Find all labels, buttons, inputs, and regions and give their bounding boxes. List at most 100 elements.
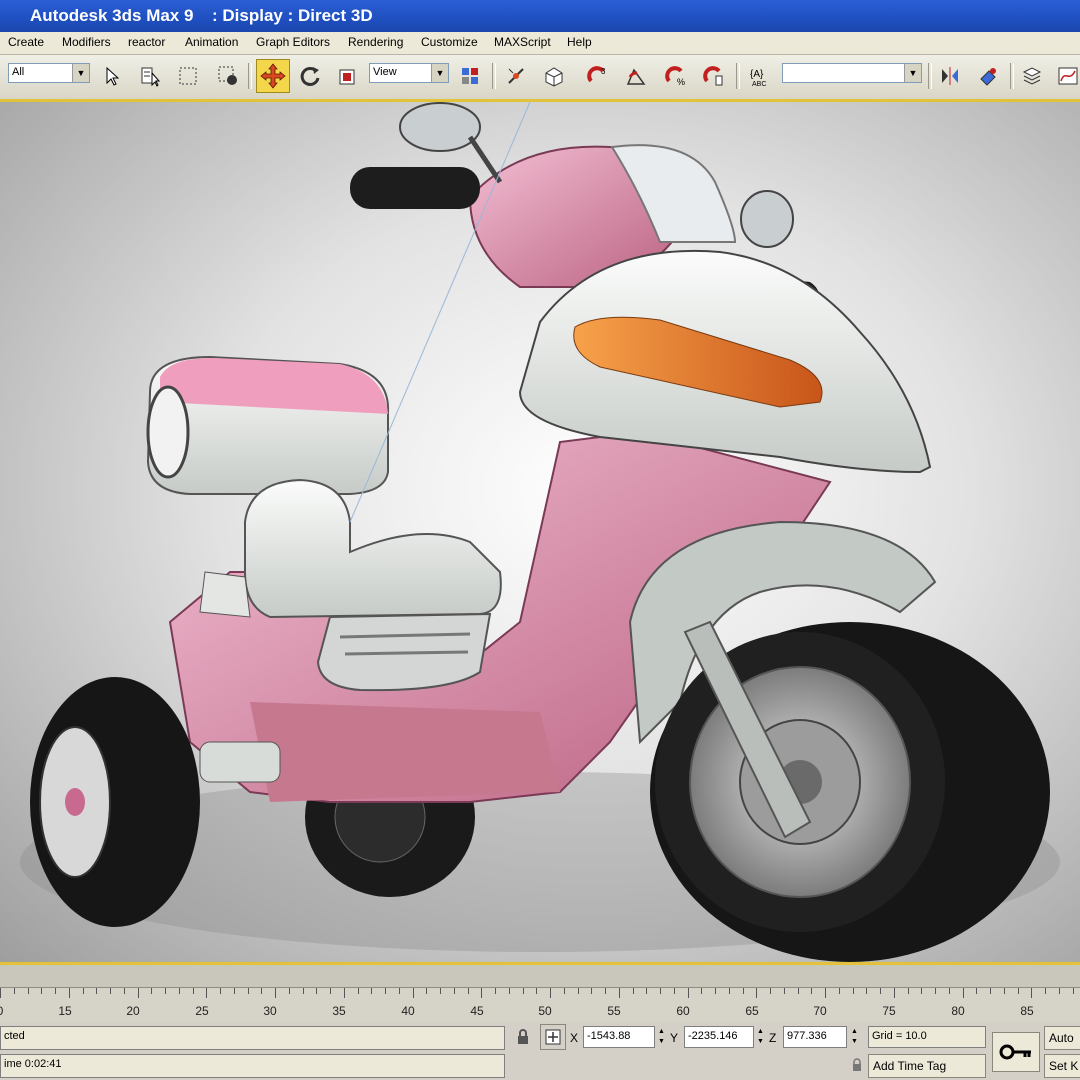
timeline-ruler[interactable]: 0 15 20 25 30 35 40 45 50 55 60 65 70 75… xyxy=(0,987,1080,1022)
window-crossing-button[interactable] xyxy=(214,62,242,90)
timeline-tick-mark xyxy=(605,988,606,994)
timeline-tick-mark xyxy=(797,988,799,994)
set-key-mode-button[interactable] xyxy=(992,1032,1040,1072)
selection-filter-dropdown[interactable]: All ▼ xyxy=(8,63,90,83)
select-and-rotate-button[interactable] xyxy=(296,62,324,90)
select-and-move-button[interactable] xyxy=(256,59,290,93)
timeline-tick-mark xyxy=(825,988,826,998)
timeline-tick-mark xyxy=(976,988,978,994)
select-object-button[interactable] xyxy=(98,62,126,90)
time-tag-lock-icon[interactable] xyxy=(848,1054,866,1076)
rectangular-selection-button[interactable] xyxy=(174,62,202,90)
menu-reactor[interactable]: reactor xyxy=(128,35,165,49)
grid-size-field: Grid = 10.0 xyxy=(868,1026,986,1048)
grid-size-text: Grid = 10.0 xyxy=(872,1030,927,1042)
y-coordinate-field[interactable]: -2235.146 xyxy=(684,1026,754,1048)
layer-manager-button[interactable] xyxy=(1018,62,1046,90)
pivot-center-icon xyxy=(462,68,478,84)
angle-snap-icon xyxy=(626,68,646,85)
transform-mode-icon xyxy=(545,1029,561,1045)
auto-key-button[interactable]: Auto xyxy=(1044,1026,1080,1050)
z-spinner[interactable]: ▲ ▼ xyxy=(850,1027,859,1047)
named-selection-dropdown[interactable]: ▼ xyxy=(782,63,922,83)
chevron-down-icon[interactable]: ▼ xyxy=(431,64,448,82)
percent-snap-button[interactable]: % xyxy=(662,62,690,90)
timeline-tick-label: 80 xyxy=(951,1004,965,1018)
timeline-tick-mark xyxy=(165,988,166,994)
toolbar-separator xyxy=(1010,63,1014,89)
timeline-tick-mark xyxy=(1003,988,1005,994)
timeline-tick-mark xyxy=(921,988,923,994)
key-icon xyxy=(999,1044,1031,1060)
menu-help[interactable]: Help xyxy=(567,35,592,49)
reference-coord-dropdown[interactable]: View ▼ xyxy=(369,63,449,83)
add-time-tag-button[interactable]: Add Time Tag xyxy=(868,1054,986,1078)
x-spinner[interactable]: ▲ ▼ xyxy=(657,1027,666,1047)
timeline-tick-label: 50 xyxy=(538,1004,552,1018)
y-spinner[interactable]: ▲ ▼ xyxy=(756,1027,765,1047)
chevron-down-icon[interactable]: ▼ xyxy=(72,64,89,82)
angle-snap-button[interactable] xyxy=(622,62,650,90)
x-coordinate-field[interactable]: -1543.88 xyxy=(583,1026,655,1048)
curve-editor-button[interactable] xyxy=(1054,62,1080,90)
spinner-snap-button[interactable] xyxy=(700,62,728,90)
z-coordinate-value: 977.336 xyxy=(787,1030,827,1042)
timeline-tick-mark xyxy=(137,988,139,998)
selection-status-text: cted xyxy=(4,1030,25,1042)
track-bar[interactable]: 0 15 20 25 30 35 40 45 50 55 60 65 70 75… xyxy=(0,965,1080,1022)
select-and-manipulate-button[interactable] xyxy=(502,62,530,90)
select-by-name-button[interactable] xyxy=(136,62,164,90)
reference-coord-value: View xyxy=(373,66,397,78)
align-button[interactable] xyxy=(974,62,1002,90)
timeline-tick-mark xyxy=(96,988,98,994)
timeline-tick-mark xyxy=(728,988,730,994)
edit-named-selection-button[interactable]: {A} ABC xyxy=(746,62,774,90)
timeline-tick-mark xyxy=(577,988,579,994)
menu-animation[interactable]: Animation xyxy=(185,35,238,49)
timeline-tick-mark xyxy=(398,988,400,994)
main-toolbar: All ▼ View ▼ 3 % {A} ABC ▼ xyxy=(0,55,1080,102)
scooter-render xyxy=(20,102,1060,962)
svg-text:%: % xyxy=(677,77,685,87)
timeline-tick-mark xyxy=(1072,988,1074,994)
snaps-toggle-button[interactable]: 3 xyxy=(584,62,612,90)
menu-modifiers[interactable]: Modifiers xyxy=(62,35,111,49)
menu-rendering[interactable]: Rendering xyxy=(348,35,403,49)
lock-selection-button[interactable] xyxy=(512,1024,534,1050)
keyboard-shortcut-toggle-button[interactable] xyxy=(540,62,568,90)
mirror-button[interactable] xyxy=(936,62,964,90)
status-bar: cted ime 0:02:41 X -1543.88 ▲ ▼ Y -2235.1… xyxy=(0,1022,1080,1080)
timeline-tick-mark xyxy=(110,988,111,994)
menu-customize[interactable]: Customize xyxy=(421,35,478,49)
timeline-tick-mark xyxy=(13,988,15,994)
toolbar-separator xyxy=(736,63,740,89)
timeline-tick-label: 0 xyxy=(0,1004,3,1018)
menu-create[interactable]: Create xyxy=(8,35,44,49)
timeline-tick-label: 55 xyxy=(607,1004,621,1018)
curve-editor-icon xyxy=(1058,67,1078,85)
timeline-tick-mark xyxy=(220,988,221,994)
title-bar: Autodesk 3ds Max 9 : Display : Direct 3D xyxy=(0,0,1080,32)
menu-maxscript[interactable]: MAXScript xyxy=(494,35,551,49)
display-mode: : Display : Direct 3D xyxy=(212,6,373,25)
absolute-mode-toggle[interactable] xyxy=(540,1024,566,1050)
timeline-tick-mark xyxy=(343,988,345,998)
pivot-center-button[interactable] xyxy=(456,62,484,90)
chevron-down-icon[interactable]: ▼ xyxy=(904,64,921,82)
timeline-tick-mark xyxy=(178,988,180,994)
timeline-tick-mark xyxy=(948,988,950,994)
timeline-tick-mark xyxy=(852,988,854,994)
svg-text:ABC: ABC xyxy=(752,81,766,87)
perspective-viewport[interactable] xyxy=(0,102,1080,965)
timeline-tick-mark xyxy=(495,988,496,994)
z-coordinate-field[interactable]: 977.336 xyxy=(783,1026,847,1048)
y-coordinate-value: -2235.146 xyxy=(688,1030,738,1042)
select-and-scale-button[interactable] xyxy=(334,62,362,90)
set-key-button[interactable]: Set K xyxy=(1044,1054,1080,1078)
menu-graph-editors[interactable]: Graph Editors xyxy=(256,35,330,49)
timeline-tick-mark xyxy=(536,988,538,994)
timeline-tick-mark xyxy=(522,988,524,994)
timeline-tick-label: 20 xyxy=(126,1004,140,1018)
timeline-tick-mark xyxy=(715,988,716,994)
timeline-tick-label: 75 xyxy=(882,1004,896,1018)
